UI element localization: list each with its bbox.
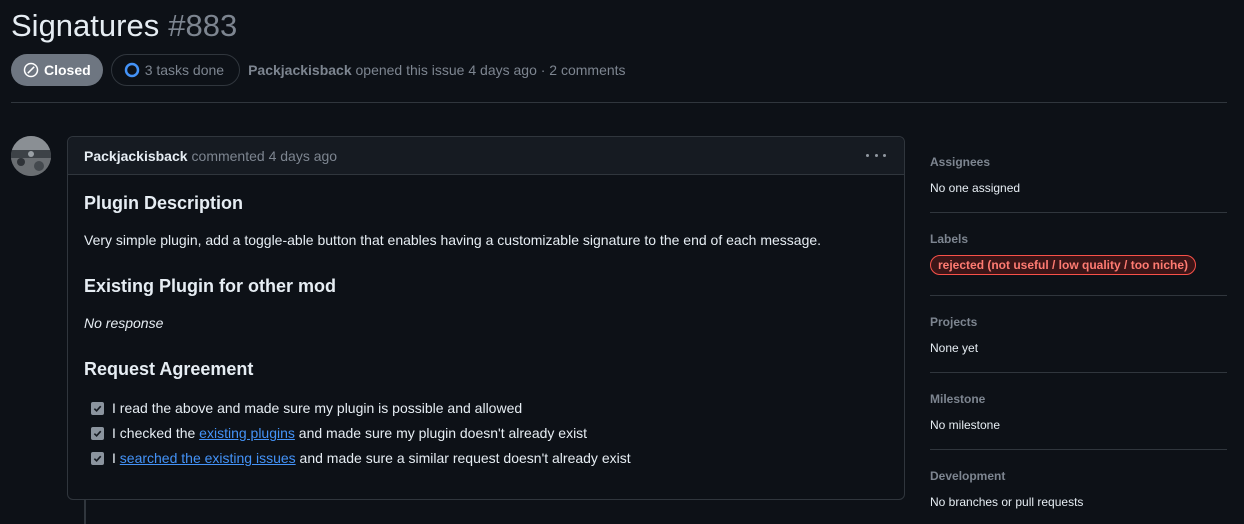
section-heading: Plugin Description [84, 193, 244, 213]
issue-title: Signatures [11, 8, 160, 43]
comment-author[interactable]: Packjackisback [84, 148, 188, 164]
assignees-value: No one assigned [930, 181, 1021, 195]
sidebar-divider [930, 212, 1227, 213]
existing-plugins-link[interactable]: existing plugins [199, 425, 295, 441]
milestone-value: No milestone [930, 418, 1001, 432]
projects-label: Projects [930, 315, 978, 329]
assignees-section[interactable]: Assignees No one assigned [930, 155, 1227, 195]
milestone-label: Milestone [930, 392, 986, 406]
issue-author-link[interactable]: Packjackisback [248, 62, 352, 78]
task-text: and made sure my plugin doesn't already … [294, 425, 588, 441]
milestone-section[interactable]: Milestone No milestone [930, 392, 1227, 432]
task-text: I read the above and made sure my plugin… [112, 400, 523, 416]
kebab-icon[interactable] [866, 147, 886, 163]
state-label: Closed [44, 62, 91, 78]
task-text: I [112, 450, 120, 466]
header-divider [11, 102, 1227, 103]
timeline-line [84, 500, 86, 524]
progress-circle-icon [124, 62, 139, 78]
development-label: Development [930, 469, 1006, 483]
projects-section[interactable]: Projects None yet [930, 315, 1227, 355]
tasks-progress-label: 3 tasks done [144, 62, 225, 78]
sidebar-divider [930, 295, 1227, 296]
task-item: I checked the existing plugins and made … [91, 425, 587, 441]
avatar-image [11, 136, 51, 176]
issue-title-row: Signatures #883 [11, 8, 237, 50]
sidebar-divider [930, 449, 1227, 450]
task-item: I searched the existing issues and made … [91, 450, 631, 466]
development-section[interactable]: Development No branches or pull requests [930, 469, 1227, 509]
section-heading: Existing Plugin for other mod [84, 276, 336, 296]
labels-label: Labels [930, 232, 969, 246]
search-issues-link[interactable]: searched the existing issues [120, 450, 296, 466]
issue-meta: Closed 3 tasks done Packjackisback opene… [11, 54, 626, 86]
tasks-progress[interactable]: 3 tasks done [110, 54, 241, 86]
section-heading: Request Agreement [84, 359, 254, 379]
checkbox-checked-icon[interactable] [91, 401, 104, 415]
label-rejected[interactable]: rejected (not useful / low quality / too… [930, 255, 1197, 275]
section-text: No response [84, 315, 164, 331]
skip-icon [23, 62, 39, 78]
comment-box: Packjackisback commented 4 days ago Plug… [67, 136, 905, 500]
checkbox-checked-icon[interactable] [91, 451, 104, 465]
checkbox-checked-icon[interactable] [91, 426, 104, 440]
task-text: I checked the [112, 425, 200, 441]
comment-time[interactable]: commented 4 days ago [192, 148, 338, 164]
development-value: No branches or pull requests [930, 495, 1084, 509]
avatar[interactable] [11, 136, 51, 176]
comment-header: Packjackisback commented 4 days ago [68, 137, 904, 175]
issue-number: #883 [168, 8, 238, 43]
issue-opened-info: Packjackisback opened this issue 4 days … [248, 62, 625, 78]
projects-value: None yet [930, 341, 979, 355]
issue-opened-text: opened this issue 4 days ago · 2 comment… [355, 62, 626, 78]
labels-section[interactable]: Labels rejected (not useful / low qualit… [930, 232, 1227, 275]
assignees-label: Assignees [930, 155, 991, 169]
task-text: and made sure a similar request doesn't … [295, 450, 631, 466]
task-item: I read the above and made sure my plugin… [91, 400, 522, 416]
sidebar-divider [930, 372, 1227, 373]
section-text: Very simple plugin, add a toggle-able bu… [84, 232, 822, 248]
state-badge: Closed [11, 54, 103, 86]
